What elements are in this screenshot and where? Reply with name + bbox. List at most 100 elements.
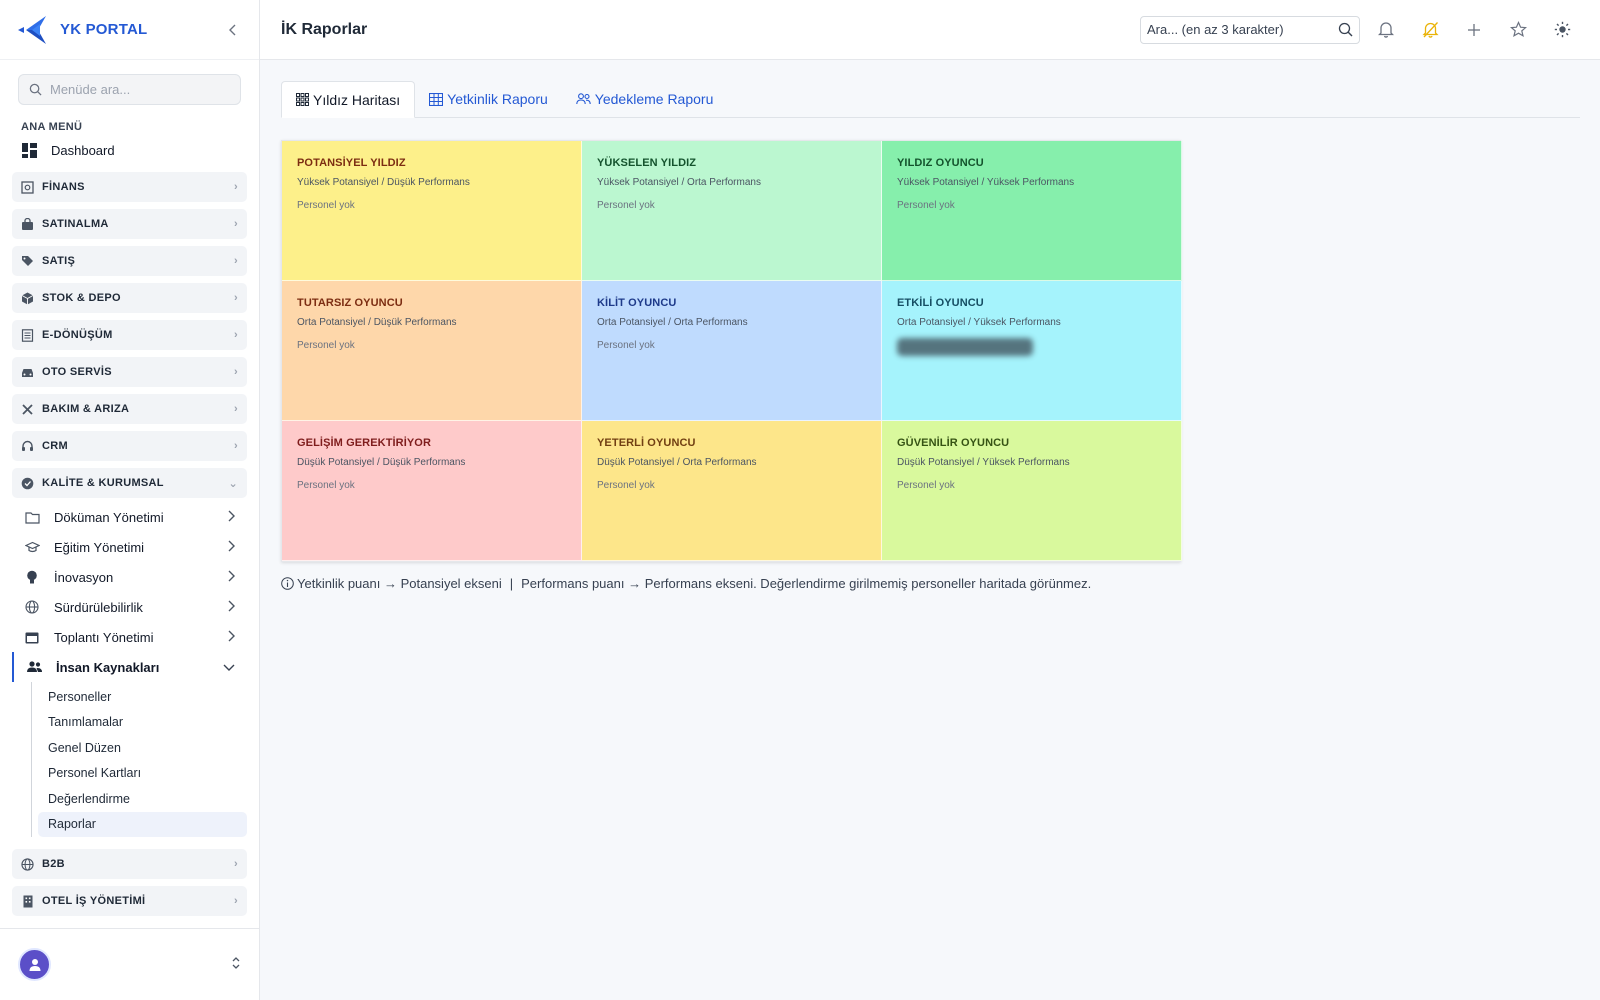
chevron-up-down-icon[interactable] [231,956,241,973]
chevron-right-icon: › [234,895,238,907]
sidebar-group-e-donusum[interactable]: E-DÖNÜŞÜM › [12,320,247,350]
notifications-button[interactable] [1368,12,1404,48]
graduation-icon [24,541,40,554]
cell-subtitle: Orta Potansiyel / Yüksek Performans [897,317,1061,328]
sidebar-group-bakim-ariza[interactable]: BAKIM & ARIZA › [12,394,247,424]
cell-title: POTANSİYEL YILDIZ [297,157,406,169]
sidebar-group-kalite-kurumsal[interactable]: KALİTE & KURUMSAL ⌄ [12,468,247,498]
add-button[interactable] [1456,12,1492,48]
sidebar-group-satis[interactable]: SATIŞ › [12,246,247,276]
sidebar-group-otel-is-yonetimi[interactable]: OTEL İŞ YÖNETİMİ › [12,886,247,916]
chevron-right-icon [227,570,235,585]
sidebar-leaf-tanimlamalar[interactable]: Tanımlamalar [38,710,247,736]
sidebar-group-crm[interactable]: CRM › [12,431,247,461]
calendar-icon [24,631,40,644]
report-tabs: Yıldız Haritası Yetkinlik Raporu Yedekle… [281,81,1580,118]
sidebar-item-label: İnovasyon [54,569,114,585]
sidebar-item-label: Toplantı Yönetimi [54,629,154,645]
main-content: Yıldız Haritası Yetkinlik Raporu Yedekle… [281,60,1580,591]
sidebar-item-label: Dashboard [51,142,115,158]
chevron-right-icon [227,540,235,555]
sidebar-leaf-raporlar[interactable]: Raporlar [38,811,247,837]
tab-yetkinlik-raporu[interactable]: Yetkinlik Raporu [415,81,562,117]
grid-icon [296,93,309,106]
cell-subtitle: Düşük Potansiyel / Orta Performans [597,457,757,468]
folder-icon [24,511,40,524]
cell-title: YÜKSELEN YILDIZ [597,157,697,169]
tab-yildiz-haritasi[interactable]: Yıldız Haritası [281,81,416,118]
cell-status: Personel yok [897,200,955,211]
sidebar-item-dashboard[interactable]: Dashboard [12,135,247,165]
sidebar-group-stok-depo[interactable]: STOK & DEPO › [12,283,247,313]
sun-icon [1554,21,1570,38]
sidebar-group-finans[interactable]: FİNANS › [12,172,247,202]
redacted-employee-chip[interactable] [897,338,1033,356]
sidebar-item-dokuman-yonetimi[interactable]: Döküman Yönetimi [12,502,247,532]
chevron-right-icon: › [234,366,238,378]
global-search[interactable] [1140,15,1360,44]
tab-yedekleme-raporu[interactable]: Yedekleme Raporu [562,81,728,117]
bell-off-icon [1421,22,1439,38]
table-icon [429,92,444,106]
sidebar-group-label: KALİTE & KURUMSAL [42,477,164,489]
bulb-icon [24,570,40,585]
tools-icon [21,403,34,416]
sidebar-item-inovasyon[interactable]: İnovasyon [12,562,247,592]
chevron-right-icon: › [234,329,238,341]
sidebar-leaf-personel-kartlari[interactable]: Personel Kartları [38,761,247,787]
sidebar-group-label: FİNANS [42,181,85,193]
sidebar-item-label: Eğitim Yönetimi [54,539,145,555]
search-icon[interactable] [1338,22,1353,37]
sidebar-group-label: SATIŞ [42,255,76,267]
cell-status: Personel yok [897,480,955,491]
collapse-sidebar-button[interactable] [223,20,243,40]
sidebar-group-label: E-DÖNÜŞÜM [42,329,113,341]
star-map-matrix: POTANSİYEL YILDIZ Yüksek Potansiyel / Dü… [281,140,1182,562]
brand-name: YK PORTAL [60,21,148,38]
sidebar-leaf-personeller[interactable]: Personeller [38,684,247,710]
box-icon [21,292,34,305]
avatar[interactable] [18,948,51,981]
chevron-down-icon: ⌄ [228,477,238,490]
matrix-cell: YÜKSELEN YILDIZ Yüksek Potansiyel / Orta… [582,141,882,281]
matrix-cell: ETKİLİ OYUNCU Orta Potansiyel / Yüksek P… [882,281,1182,421]
user-icon [29,958,40,971]
muted-notifications-button[interactable] [1412,12,1448,48]
sidebar-item-insan-kaynaklari[interactable]: İnsan Kaynakları [12,652,247,682]
badge-icon [21,477,34,490]
chevron-right-icon: › [234,181,238,193]
sidebar-group-satinalma[interactable]: SATINALMA › [12,209,247,239]
plus-icon [1468,23,1480,36]
sidebar-group-oto-servis[interactable]: OTO SERVİS › [12,357,247,387]
brand: YK PORTAL [0,0,259,60]
sidebar-group-label: OTEL İŞ YÖNETİMİ [42,895,146,907]
sidebar-item-surdurulebilirlik[interactable]: Sürdürülebilirlik [12,592,247,622]
chevron-right-icon: › [234,858,238,870]
matrix-cell: TUTARSIZ OYUNCU Orta Potansiyel / Düşük … [282,281,582,421]
sidebar-item-egitim-yonetimi[interactable]: Eğitim Yönetimi [12,532,247,562]
building-icon [21,895,34,908]
sidebar-group-label: STOK & DEPO [42,292,121,304]
menu-search[interactable] [18,74,241,105]
sidebar-group-label: BAKIM & ARIZA [42,403,130,415]
global-search-input[interactable] [1147,22,1327,37]
matrix-cell: KİLİT OYUNCU Orta Potansiyel / Orta Perf… [582,281,882,421]
chevron-left-icon [229,24,236,35]
cell-status: Personel yok [297,340,355,351]
user-menu[interactable] [0,928,259,1000]
theme-toggle-button[interactable] [1544,12,1580,48]
sidebar-leaf-degerlendirme[interactable]: Değerlendirme [38,786,247,812]
cell-subtitle: Yüksek Potansiyel / Orta Performans [597,177,761,188]
favorites-button[interactable] [1500,12,1536,48]
chevron-right-icon [227,630,235,645]
matrix-cell: GELİŞİM GEREKTİRİYOR Düşük Potansiyel / … [282,421,582,561]
cell-status: Personel yok [597,200,655,211]
menu-search-input[interactable] [50,82,220,97]
sidebar-leaf-genel-duzen[interactable]: Genel Düzen [38,735,247,761]
sidebar-item-toplanti-yonetimi[interactable]: Toplantı Yönetimi [12,622,247,652]
sidebar-group-b2b[interactable]: B2B › [12,849,247,879]
matrix-cell: GÜVENİLİR OYUNCU Düşük Potansiyel / Yüks… [882,421,1182,561]
top-header: İK Raporlar [260,0,1600,60]
sidebar-group-label: OTO SERVİS [42,366,112,378]
car-icon [21,366,34,379]
